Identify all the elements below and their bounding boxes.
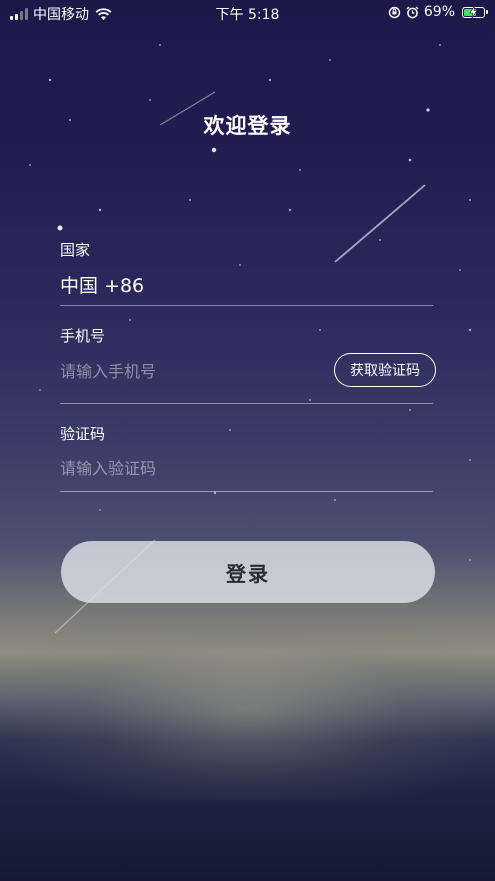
- battery-percent: 69%: [423, 4, 455, 20]
- code-input[interactable]: [60, 453, 320, 483]
- horizon-haze: [0, 600, 495, 800]
- battery-icon: [462, 5, 488, 18]
- code-divider: [60, 491, 433, 492]
- phone-input[interactable]: [60, 356, 320, 386]
- country-divider: [60, 305, 433, 306]
- phone-label: 手机号: [60, 327, 106, 345]
- status-bar: 中国移动 下午 5:18 69%: [0, 0, 495, 26]
- phone-divider: [60, 403, 433, 404]
- battery-cap: [486, 10, 488, 14]
- login-button[interactable]: 登录: [61, 541, 435, 603]
- country-label: 国家: [60, 241, 91, 259]
- orientation-lock-icon: [388, 6, 401, 18]
- page-title: 欢迎登录: [203, 114, 292, 138]
- get-code-button[interactable]: 获取验证码: [334, 353, 436, 387]
- status-right: 69%: [388, 4, 488, 20]
- alarm-icon: [406, 6, 419, 18]
- code-label: 验证码: [60, 425, 106, 443]
- country-selector[interactable]: 中国 +86: [60, 271, 144, 298]
- charging-bolt-icon: [469, 5, 478, 18]
